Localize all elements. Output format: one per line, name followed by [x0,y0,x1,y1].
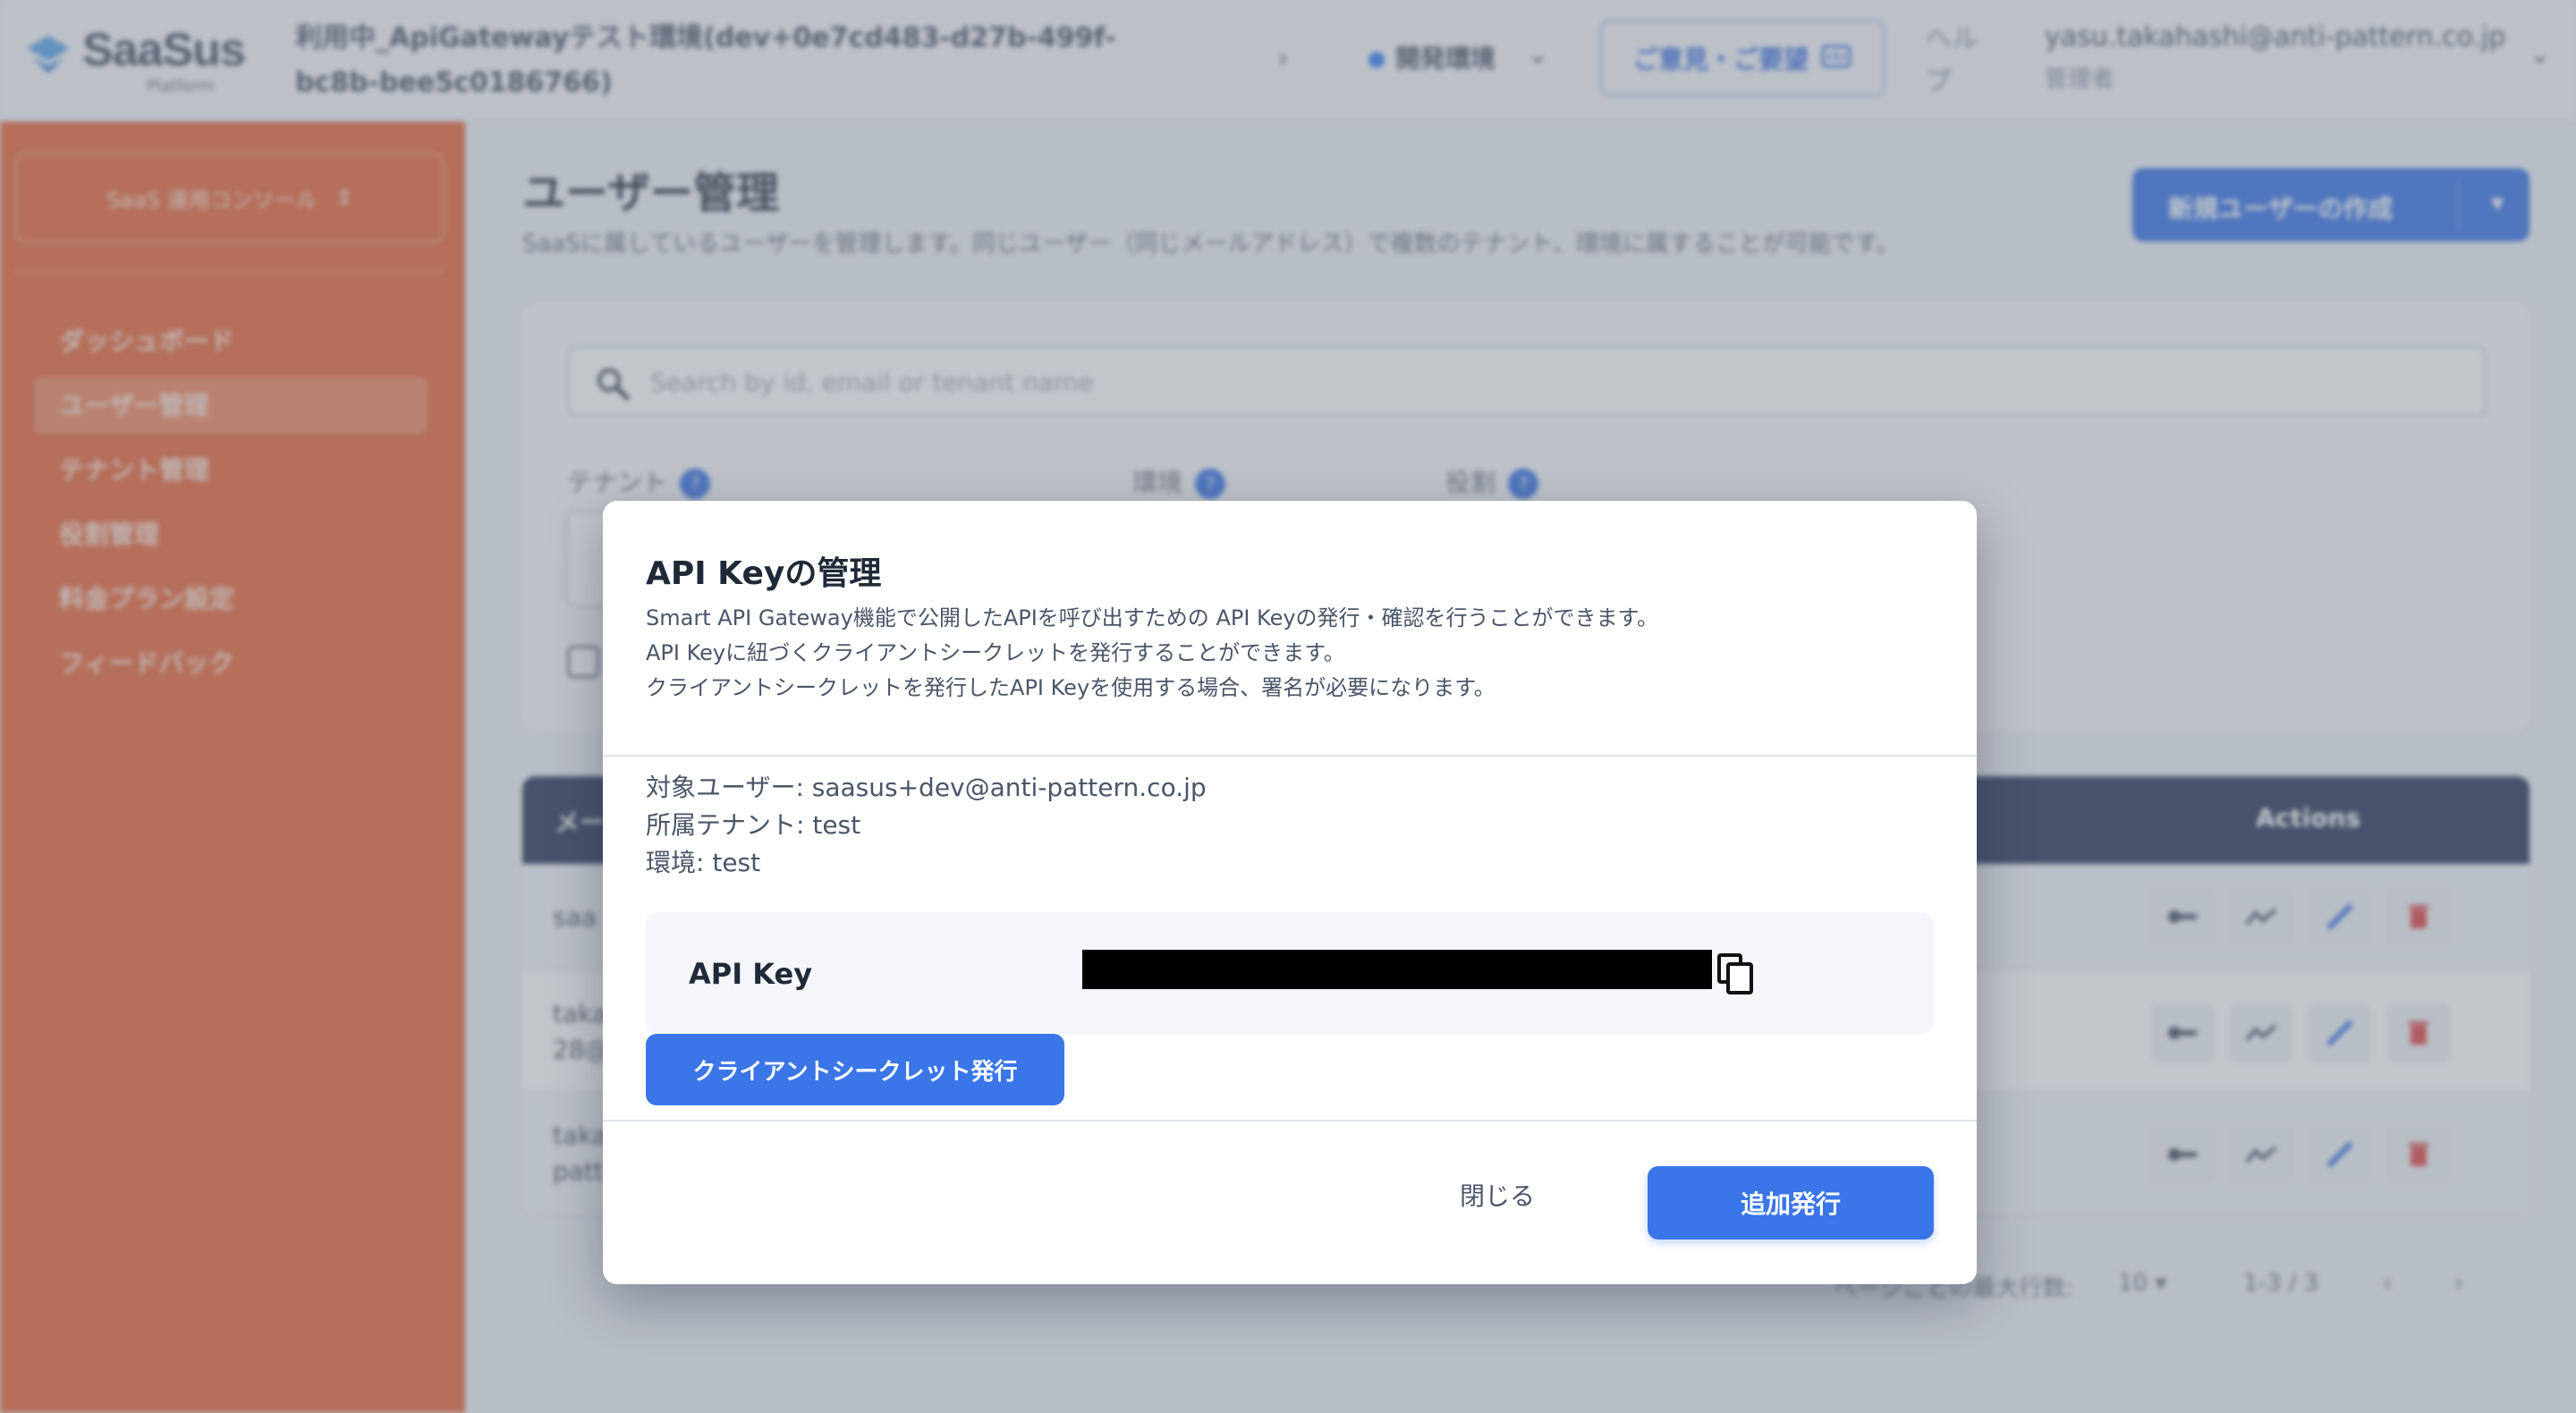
target-info: 対象ユーザー: saasus+dev@anti-pattern.co.jp 所属… [646,769,1207,882]
target-user: 対象ユーザー: saasus+dev@anti-pattern.co.jp [646,773,1207,802]
description-line: Smart API Gateway機能で公開したAPIを呼び出すための API … [646,605,1659,630]
copy-icon[interactable] [1716,952,1757,996]
target-tenant: 所属テナント: test [646,810,861,840]
description-line: API Keyに紐づくクライアントシークレットを発行することができます。 [646,640,1345,665]
api-key-dialog: API Keyの管理 Smart API Gateway機能で公開したAPIを呼… [603,501,1977,1284]
dialog-footer-divider [603,1120,1977,1121]
issue-client-secret-button[interactable]: クライアントシークレット発行 [646,1034,1064,1105]
dialog-description: Smart API Gateway機能で公開したAPIを呼び出すための API … [646,601,1934,706]
description-line: クライアントシークレットを発行したAPI Keyを使用する場合、署名が必要になり… [646,675,1496,700]
api-key-value-redacted [1082,950,1712,989]
dialog-title: API Keyの管理 [646,555,882,592]
api-key-label: API Key [689,957,813,991]
add-issue-button[interactable]: 追加発行 [1648,1166,1934,1240]
dialog-divider [603,755,1977,757]
api-key-panel: API Key [646,912,1934,1034]
target-environment: 環境: test [646,848,761,877]
close-button[interactable]: 閉じる [1426,1168,1569,1222]
